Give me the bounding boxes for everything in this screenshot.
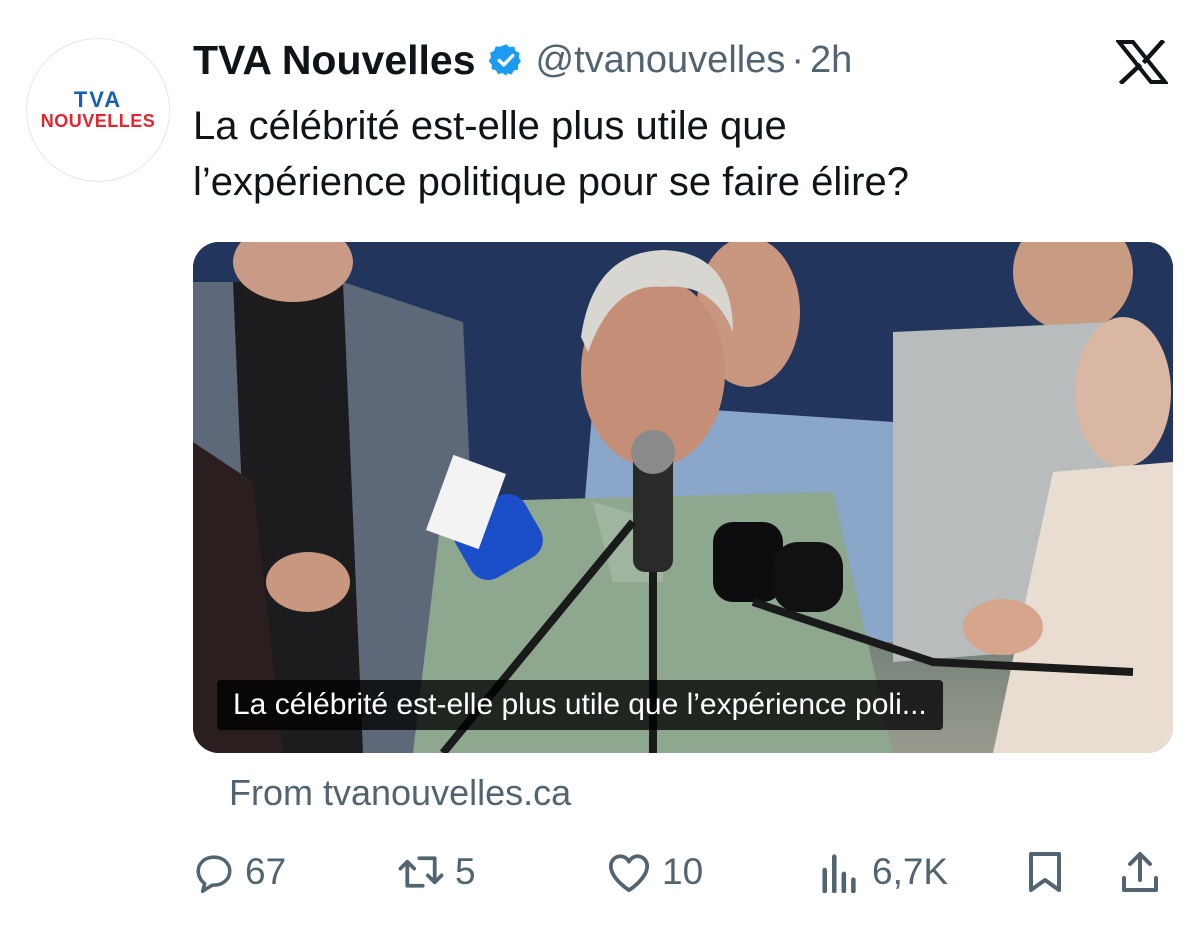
like-button[interactable]: 10: [606, 842, 703, 902]
account-name[interactable]: TVA Nouvelles: [193, 37, 476, 84]
reply-button[interactable]: 67: [193, 842, 286, 902]
reply-count: 67: [245, 851, 287, 892]
avatar-logo-bottom: NOUVELLES: [40, 111, 156, 131]
account-handle[interactable]: @tvanouvelles: [536, 39, 786, 82]
like-count: 10: [662, 851, 704, 892]
separator-dot: ·: [791, 38, 804, 81]
repost-button[interactable]: 5: [397, 842, 476, 902]
tweet-text-line: La célébrité est-elle plus utile que: [193, 104, 787, 148]
reply-icon: [193, 851, 235, 893]
tweet-text: La célébrité est-elle plus utile que l’e…: [193, 98, 1113, 210]
x-logo-icon: [1114, 38, 1170, 86]
views-chart-icon: [818, 851, 862, 893]
tweet-header: TVA Nouvelles @tvanouvelles · 2h: [193, 34, 852, 86]
tweet-time[interactable]: 2h: [810, 39, 852, 82]
link-source[interactable]: From tvanouvelles.ca: [229, 772, 571, 814]
bookmark-button[interactable]: [1025, 842, 1065, 902]
views-count: 6,7K: [872, 851, 949, 892]
press-conference-image: [193, 242, 1173, 753]
share-icon: [1118, 850, 1162, 894]
video-thumbnail[interactable]: La célébrité est-elle plus utile que l’e…: [193, 242, 1173, 753]
action-bar: 67 5 10 6,7K: [193, 842, 1168, 902]
heart-icon: [606, 851, 652, 893]
views-button[interactable]: 6,7K: [818, 842, 948, 902]
avatar-logo-top: TVA: [73, 87, 123, 112]
bookmark-icon: [1025, 850, 1065, 894]
avatar[interactable]: TVA NOUVELLES: [26, 38, 170, 182]
repost-icon: [397, 851, 445, 893]
tweet-text-line: l’expérience politique pour se faire éli…: [193, 160, 909, 204]
share-button[interactable]: [1118, 842, 1162, 902]
verified-badge-icon: [488, 42, 524, 78]
video-caption: La célébrité est-elle plus utile que l’e…: [217, 680, 943, 730]
repost-count: 5: [455, 851, 476, 892]
